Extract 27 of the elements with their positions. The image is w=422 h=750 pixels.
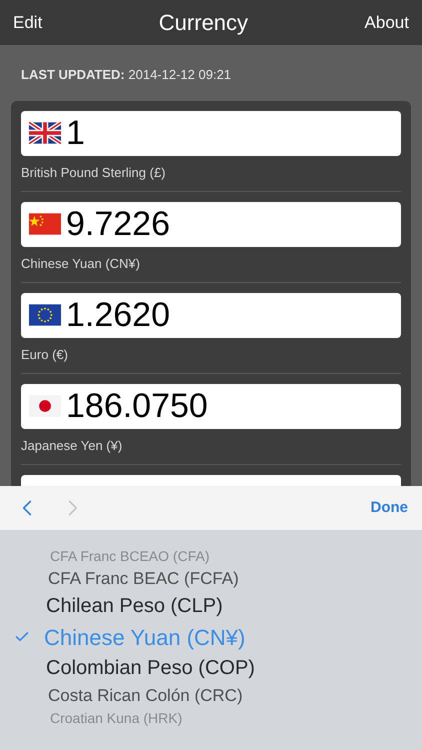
done-button[interactable]: Done xyxy=(370,496,408,520)
amount-value: 1.2620 xyxy=(66,298,170,332)
last-updated-value: 2014-12-12 09:21 xyxy=(128,67,232,82)
flag-icon xyxy=(29,122,61,144)
amount-value: 9.7226 xyxy=(66,207,170,241)
amount-field[interactable] xyxy=(21,474,401,486)
flag-icon xyxy=(29,213,61,235)
picker-option[interactable]: Costa Rican Colón (CRC) xyxy=(48,682,243,708)
currency-name: Euro (€) xyxy=(21,346,69,364)
about-button[interactable]: About xyxy=(364,10,409,36)
amount-field[interactable]: 9.7226 xyxy=(21,202,401,246)
amount-value: 1 xyxy=(66,116,85,150)
screen-title: Currency xyxy=(158,9,248,37)
currency-name: Chinese Yuan (CN¥) xyxy=(21,254,141,273)
picker-option[interactable]: Chilean Peso (CLP) xyxy=(46,591,223,621)
currency-name: Japanese Yen (¥) xyxy=(21,436,124,455)
amount-field[interactable]: 1 xyxy=(21,110,401,156)
amount-field[interactable]: 1.2620 xyxy=(21,292,401,338)
amount-value: 186.0750 xyxy=(66,389,208,423)
currency-name: British Pound Sterling (£) xyxy=(21,164,167,182)
picker-option[interactable]: Colombian Peso (COP) xyxy=(46,653,255,683)
picker-option[interactable]: CFA Franc BEAC (FCFA) xyxy=(48,566,239,592)
last-updated-label: LAST UPDATED: xyxy=(21,67,125,82)
edit-button[interactable]: Edit xyxy=(13,10,42,36)
amount-field[interactable]: 186.0750 xyxy=(21,384,401,428)
flag-icon xyxy=(29,304,61,326)
flag-icon xyxy=(29,395,61,417)
